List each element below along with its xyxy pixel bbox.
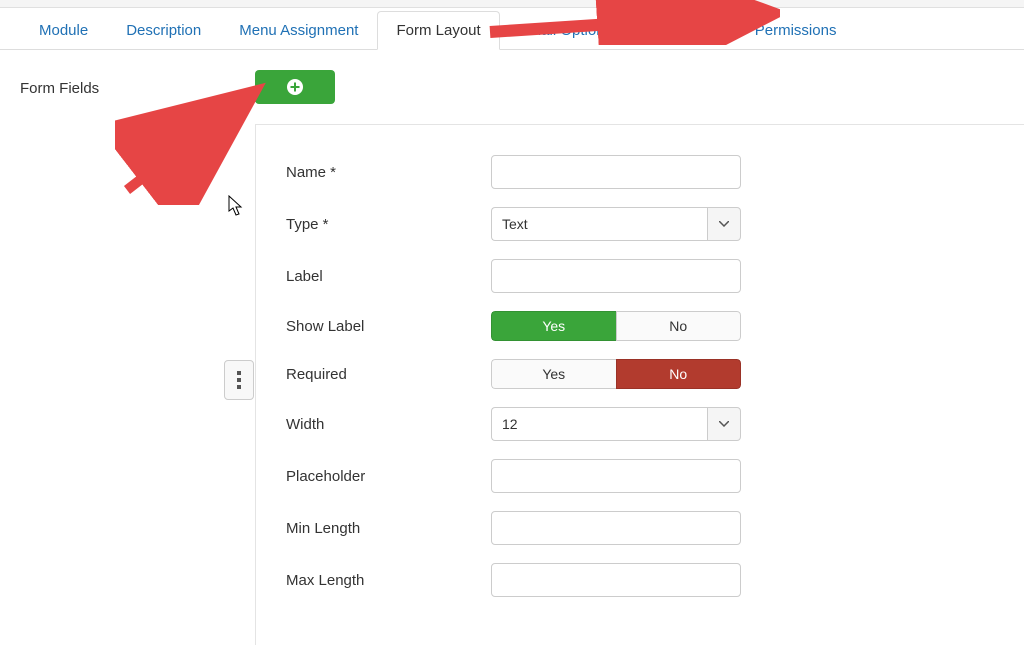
chevron-down-icon [719,221,729,227]
minlength-input[interactable] [491,511,741,545]
tab-email-options[interactable]: Email Options [500,11,631,49]
row-minlength: Min Length [286,511,1004,545]
label-minlength: Min Length [286,520,491,537]
label-required: Required [286,366,491,383]
row-width: Width 12 [286,407,1004,441]
show-label-yes[interactable]: Yes [491,311,616,341]
type-select-caret[interactable] [707,207,741,241]
content-area: Form Fields Name * Type [0,50,1024,645]
label-input[interactable] [491,259,741,293]
plus-circle-icon [286,78,304,96]
row-maxlength: Max Length [286,563,1004,597]
show-label-no[interactable]: No [616,311,742,341]
label-name: Name * [286,164,491,181]
width-select-caret[interactable] [707,407,741,441]
add-field-button[interactable] [255,70,335,104]
label-label: Label [286,268,491,285]
row-type: Type * Text [286,207,1004,241]
label-placeholder: Placeholder [286,468,491,485]
label-type: Type * [286,216,491,233]
tab-menu-assignment[interactable]: Menu Assignment [220,11,377,49]
label-width: Width [286,416,491,433]
show-label-toggle[interactable]: Yes No [491,311,741,341]
tab-form-layout[interactable]: Form Layout [377,11,499,50]
type-select[interactable]: Text [491,207,741,241]
tab-advanced[interactable]: Advanced [631,11,736,49]
tab-module[interactable]: Module [20,11,107,49]
label-show-label: Show Label [286,318,491,335]
chevron-down-icon [719,421,729,427]
drag-handle[interactable] [224,360,254,400]
row-name: Name * [286,155,1004,189]
grip-icon [237,371,241,389]
row-required: Required Yes No [286,359,1004,389]
main-area: Name * Type * Text Label [255,70,1024,645]
placeholder-input[interactable] [491,459,741,493]
label-maxlength: Max Length [286,572,491,589]
row-show-label: Show Label Yes No [286,311,1004,341]
field-settings-panel: Name * Type * Text Label [255,124,1024,645]
tab-description[interactable]: Description [107,11,220,49]
row-placeholder: Placeholder [286,459,1004,493]
tab-strip: Module Description Menu Assignment Form … [0,8,1024,50]
window-top-bar [0,0,1024,8]
name-input[interactable] [491,155,741,189]
tab-permissions[interactable]: Permissions [736,11,856,49]
row-label: Label [286,259,1004,293]
required-yes[interactable]: Yes [491,359,616,389]
width-select-value: 12 [491,407,707,441]
type-select-value: Text [491,207,707,241]
maxlength-input[interactable] [491,563,741,597]
required-no[interactable]: No [616,359,742,389]
width-select[interactable]: 12 [491,407,741,441]
form-fields-label: Form Fields [20,70,255,645]
required-toggle[interactable]: Yes No [491,359,741,389]
